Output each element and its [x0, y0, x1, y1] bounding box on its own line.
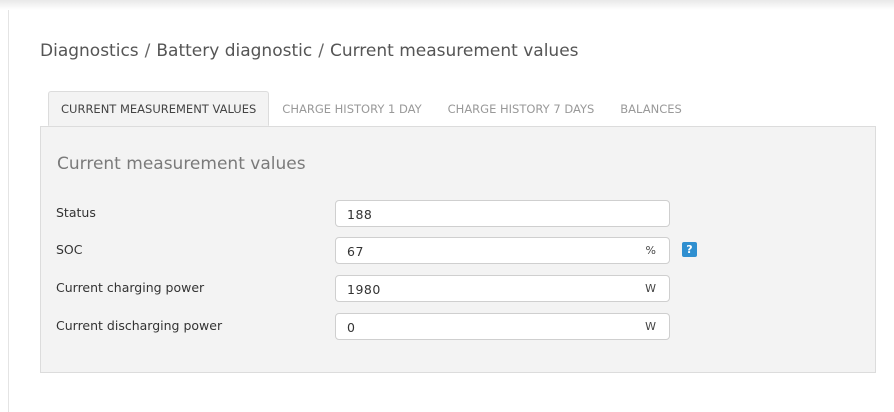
status-field[interactable]: 188: [335, 200, 670, 227]
tab-charge-history-7-days[interactable]: CHARGE HISTORY 7 DAYS: [435, 91, 608, 126]
discharging-power-field[interactable]: 0 W: [335, 313, 670, 340]
soc-field[interactable]: 67 %: [335, 237, 670, 264]
breadcrumb-item-diagnostics[interactable]: Diagnostics: [40, 41, 139, 61]
top-shadow: [0, 0, 894, 10]
breadcrumb-separator: /: [144, 41, 151, 61]
tab-balances[interactable]: BALANCES: [607, 91, 695, 126]
help-icon[interactable]: ?: [682, 242, 697, 257]
tab-charge-history-1-day[interactable]: CHARGE HISTORY 1 DAY: [269, 91, 434, 126]
left-border: [8, 10, 9, 412]
charging-power-label: Current charging power: [56, 280, 205, 295]
tab-bar: CURRENT MEASUREMENT VALUES CHARGE HISTOR…: [48, 91, 695, 126]
row-current-charging-power: Current charging power 1980 W: [41, 275, 877, 303]
soc-label: SOC: [56, 242, 83, 257]
soc-value: 67: [347, 244, 364, 259]
charging-power-unit: W: [645, 282, 656, 295]
status-value: 188: [347, 207, 373, 222]
breadcrumb: Diagnostics / Battery diagnostic / Current m…: [40, 41, 579, 61]
discharging-power-unit: W: [645, 320, 656, 333]
discharging-power-value: 0: [347, 320, 356, 335]
breadcrumb-separator: /: [318, 41, 324, 61]
soc-unit: %: [645, 244, 656, 257]
status-label: Status: [56, 205, 96, 220]
charging-power-field[interactable]: 1980 W: [335, 275, 670, 302]
discharging-power-label: Current discharging power: [56, 318, 223, 333]
row-status: Status 188: [41, 200, 877, 228]
row-soc: SOC 67 % ?: [41, 237, 877, 265]
charging-power-value: 1980: [347, 282, 381, 297]
breadcrumb-item-current: Current measurement values: [329, 41, 579, 61]
page: Diagnostics / Battery diagnostic / Current m…: [0, 0, 894, 412]
panel-title: Current measurement values: [57, 154, 306, 174]
breadcrumb-item-battery-diagnostic[interactable]: Battery diagnostic: [156, 41, 312, 61]
row-current-discharging-power: Current discharging power 0 W: [41, 313, 877, 341]
tab-current-measurement-values[interactable]: CURRENT MEASUREMENT VALUES: [48, 91, 270, 126]
measurement-panel: Current measurement values Status 188 SO…: [40, 126, 876, 373]
